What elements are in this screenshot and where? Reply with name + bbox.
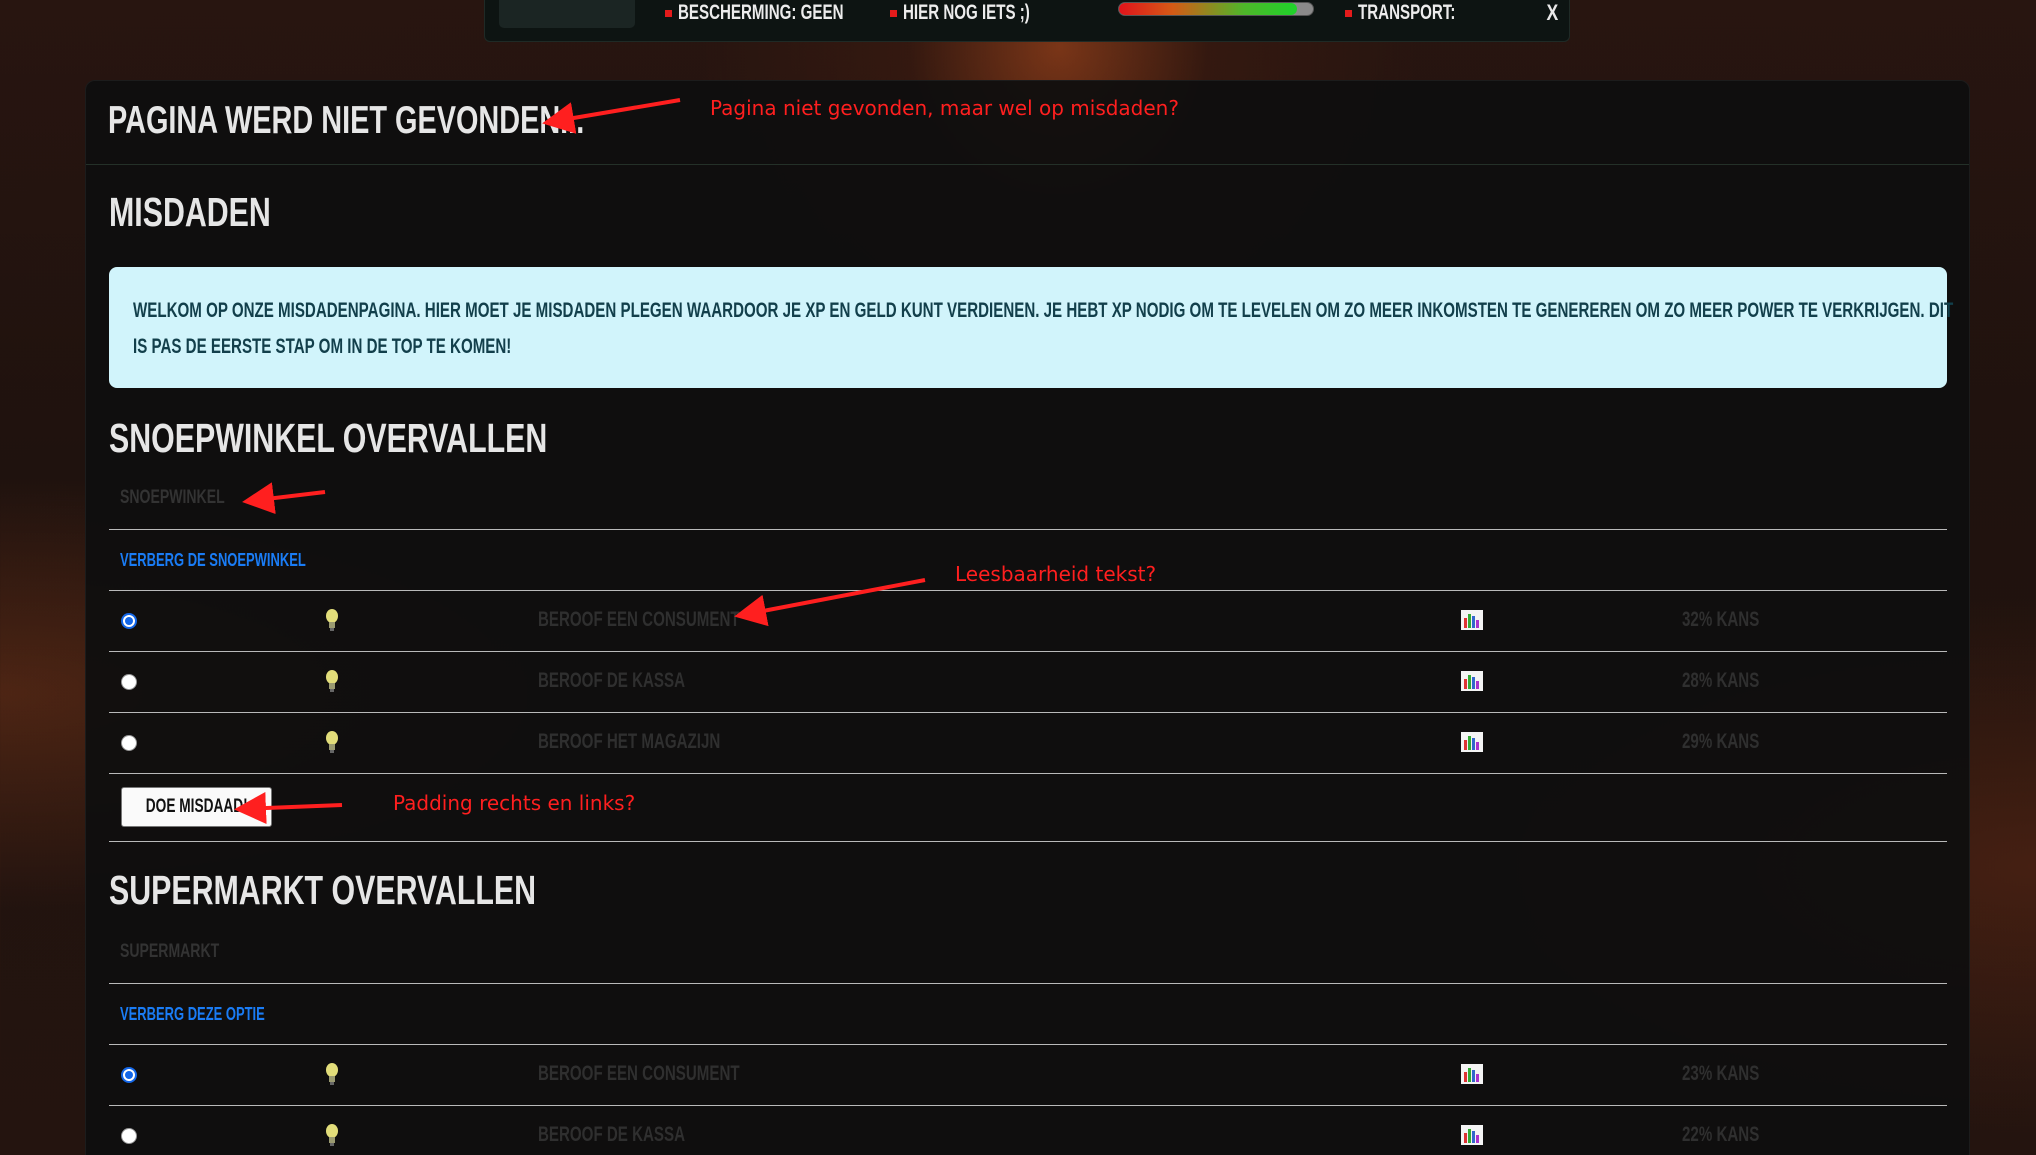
crime-radio[interactable] bbox=[121, 735, 137, 751]
content-panel: PAGINA WERD NIET GEVONDEN... MISDADEN WE… bbox=[85, 80, 1970, 1155]
table-row: SNOEPWINKEL bbox=[109, 471, 1947, 530]
crime-name: BEROOF EEN CONSUMENT bbox=[538, 608, 740, 631]
crime-radio[interactable] bbox=[121, 1128, 137, 1144]
do-crime-button[interactable]: DOE MISDAAD! bbox=[121, 787, 273, 827]
crime-name: BEROOF EEN CONSUMENT bbox=[538, 1062, 740, 1085]
misc-label: HIER NOG IETS ;) bbox=[903, 1, 1030, 24]
info-box: WELKOM OP ONZE MISDADENPAGINA. HIER MOET… bbox=[109, 267, 1953, 388]
annotation-page-not-found: Pagina niet gevonden, maar wel op misdad… bbox=[710, 96, 1179, 120]
chart-icon[interactable] bbox=[1461, 610, 1483, 630]
crime-name: BEROOF DE KASSA bbox=[538, 669, 686, 692]
crime-row[interactable]: BEROOF EEN CONSUMENT 32% KANS bbox=[109, 591, 1947, 652]
chance-value: 23% KANS bbox=[1682, 1062, 1760, 1085]
bullet-icon bbox=[890, 9, 897, 17]
bullet-icon bbox=[665, 9, 672, 17]
crime-radio[interactable] bbox=[121, 613, 137, 629]
hide-option-link[interactable]: VERBERG DEZE OPTIE bbox=[120, 1004, 265, 1025]
category-label: SUPERMARKT bbox=[120, 941, 220, 962]
protection-stat: BESCHERMING: GEEN bbox=[665, 0, 908, 26]
bulb-icon bbox=[326, 1063, 338, 1085]
top-status-bar: BESCHERMING: GEEN HIER NOG IETS ;) TRANS… bbox=[484, 0, 1570, 42]
misc-stat: HIER NOG IETS ;) bbox=[890, 0, 1079, 26]
bulb-icon bbox=[326, 1124, 338, 1146]
chance-value: 22% KANS bbox=[1682, 1123, 1760, 1146]
intro-text: WELKOM OP ONZE MISDADENPAGINA. HIER MOET… bbox=[133, 299, 1954, 358]
page-title: PAGINA WERD NIET GEVONDEN... bbox=[108, 99, 585, 142]
category-label: SNOEPWINKEL bbox=[120, 487, 225, 508]
protection-label: BESCHERMING: GEEN bbox=[678, 1, 844, 24]
bulb-icon bbox=[326, 609, 338, 631]
crimes-heading: MISDADEN bbox=[109, 189, 271, 235]
bullet-icon bbox=[1345, 9, 1352, 17]
avatar[interactable] bbox=[499, 0, 635, 28]
transport-stat: TRANSPORT: bbox=[1345, 0, 1493, 26]
chart-icon[interactable] bbox=[1461, 1064, 1483, 1084]
table-row: DOE MISDAAD! bbox=[109, 774, 1947, 842]
section-heading-supermarkt: SUPERMARKT OVERVALLEN bbox=[109, 867, 537, 913]
close-icon[interactable]: X bbox=[1546, 0, 1558, 26]
chart-icon[interactable] bbox=[1461, 732, 1483, 752]
table-row: SUPERMARKT bbox=[109, 925, 1947, 984]
chance-value: 32% KANS bbox=[1682, 608, 1760, 631]
chart-icon[interactable] bbox=[1461, 671, 1483, 691]
crime-name: BEROOF HET MAGAZIJN bbox=[538, 730, 721, 753]
bulb-icon bbox=[326, 670, 338, 692]
do-crime-button-label: DOE MISDAAD! bbox=[145, 796, 248, 817]
crime-row[interactable]: BEROOF DE KASSA 28% KANS bbox=[109, 652, 1947, 713]
crime-radio[interactable] bbox=[121, 674, 137, 690]
crime-row[interactable]: BEROOF EEN CONSUMENT 23% KANS bbox=[109, 1045, 1947, 1106]
health-bar-fill bbox=[1119, 3, 1298, 15]
chance-value: 28% KANS bbox=[1682, 669, 1760, 692]
panel-header: PAGINA WERD NIET GEVONDEN... bbox=[86, 81, 1969, 165]
crime-radio[interactable] bbox=[121, 1067, 137, 1083]
bulb-icon bbox=[326, 731, 338, 753]
chance-value: 29% KANS bbox=[1682, 730, 1760, 753]
crime-row[interactable]: BEROOF DE KASSA 22% KANS bbox=[109, 1106, 1947, 1155]
transport-label: TRANSPORT: bbox=[1358, 1, 1456, 24]
crime-row[interactable]: BEROOF HET MAGAZIJN 29% KANS bbox=[109, 713, 1947, 774]
annotation-padding: Padding rechts en links? bbox=[393, 791, 636, 815]
table-row: VERBERG DEZE OPTIE bbox=[109, 984, 1947, 1045]
health-bar bbox=[1118, 2, 1314, 16]
section-heading-snoepwinkel: SNOEPWINKEL OVERVALLEN bbox=[109, 415, 548, 461]
hide-snoepwinkel-link[interactable]: VERBERG DE SNOEPWINKEL bbox=[120, 550, 306, 571]
crime-name: BEROOF DE KASSA bbox=[538, 1123, 686, 1146]
chart-icon[interactable] bbox=[1461, 1125, 1483, 1145]
annotation-readability: Leesbaarheid tekst? bbox=[955, 562, 1157, 586]
